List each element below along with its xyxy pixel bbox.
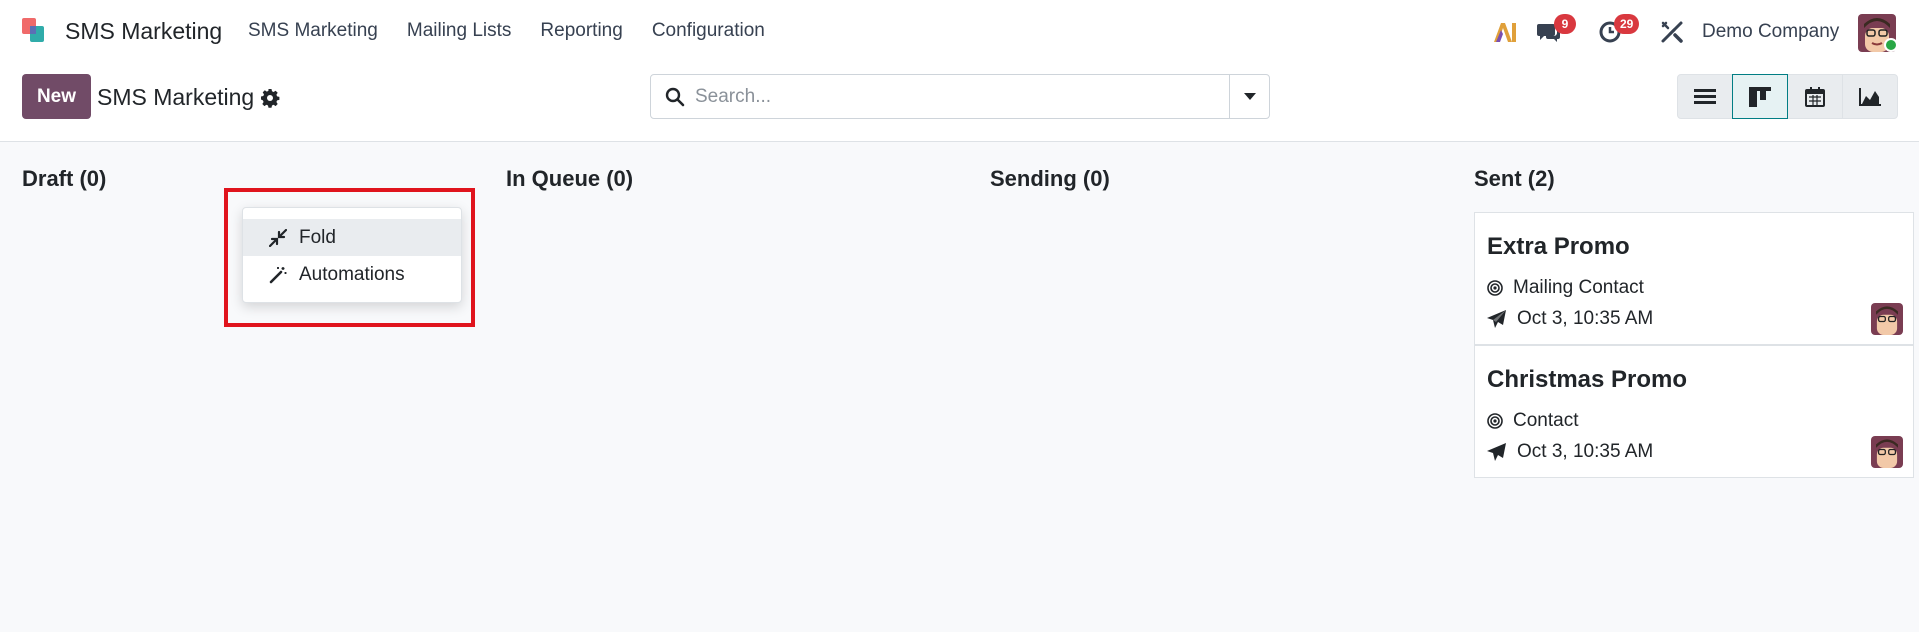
top-navbar: SMS Marketing SMS Marketing Mailing List… — [0, 0, 1919, 64]
list-view-button[interactable] — [1677, 74, 1733, 119]
card-user-avatar[interactable] — [1871, 436, 1903, 468]
menu-configuration[interactable]: Configuration — [652, 20, 765, 42]
menu-sms-marketing[interactable]: SMS Marketing — [248, 20, 378, 42]
column-header-draft[interactable]: Draft (0) — [22, 166, 106, 192]
bullseye-icon — [1487, 413, 1503, 429]
column-header-sent[interactable]: Sent (2) — [1474, 166, 1555, 192]
search-input[interactable] — [695, 85, 1195, 109]
list-icon — [1694, 88, 1716, 104]
card-target: Contact — [1487, 410, 1578, 432]
card-target-label: Contact — [1513, 410, 1579, 431]
company-switcher[interactable]: Demo Company — [1702, 12, 1839, 52]
messages-badge: 9 — [1554, 14, 1576, 34]
page-title: SMS Marketing — [97, 84, 255, 110]
dropdown-item-fold-label: Fold — [299, 226, 336, 248]
app-name[interactable]: SMS Marketing — [65, 18, 222, 45]
kanban-card[interactable]: Christmas Promo Contact Oct 3, 10:35 AM — [1474, 345, 1914, 478]
bullseye-icon — [1487, 280, 1503, 296]
debug-tools-icon[interactable] — [1660, 12, 1684, 52]
calendar-icon — [1805, 86, 1825, 107]
gear-icon[interactable] — [260, 88, 280, 108]
area-chart-icon — [1859, 87, 1881, 106]
activities-badge: 29 — [1614, 14, 1640, 34]
card-sent-date-label: Oct 3, 10:35 AM — [1517, 441, 1654, 462]
new-button[interactable]: New — [22, 74, 91, 119]
menu-reporting[interactable]: Reporting — [540, 20, 622, 42]
card-title: Extra Promo — [1487, 233, 1630, 260]
control-panel: New SMS Marketing — [0, 64, 1919, 142]
card-user-avatar[interactable] — [1871, 303, 1903, 335]
dropdown-item-automations[interactable]: Automations — [243, 256, 461, 293]
card-target-label: Mailing Contact — [1513, 277, 1644, 298]
card-sent-date-label: Oct 3, 10:35 AM — [1517, 308, 1654, 329]
menu-mailing-lists[interactable]: Mailing Lists — [407, 20, 512, 42]
dropdown-item-fold[interactable]: Fold — [243, 219, 461, 256]
graph-view-button[interactable] — [1842, 74, 1898, 119]
magic-wand-icon — [269, 266, 287, 283]
view-switcher — [1677, 74, 1898, 119]
kanban-card[interactable]: Extra Promo Mailing Contact Oct 3, 10:35… — [1474, 212, 1914, 345]
card-title: Christmas Promo — [1487, 366, 1688, 393]
card-sent-date: Oct 3, 10:35 AM — [1487, 308, 1653, 330]
column-options-dropdown: Fold Automations — [242, 207, 462, 303]
search-icon — [665, 87, 685, 107]
kanban-view-button[interactable] — [1732, 74, 1788, 119]
caret-down-icon — [1243, 92, 1256, 100]
column-header-sending[interactable]: Sending (0) — [990, 166, 1110, 192]
calendar-view-button[interactable] — [1787, 74, 1843, 119]
card-sent-date: Oct 3, 10:35 AM — [1487, 441, 1653, 463]
paper-plane-icon — [1487, 310, 1506, 328]
sms-marketing-app-icon[interactable] — [20, 16, 50, 46]
search-bar — [650, 74, 1270, 119]
column-header-in-queue[interactable]: In Queue (0) — [506, 166, 633, 192]
main-menu: SMS Marketing Mailing Lists Reporting Co… — [248, 20, 794, 42]
ai-icon[interactable] — [1492, 12, 1518, 52]
card-target: Mailing Contact — [1487, 277, 1644, 299]
kanban-icon — [1749, 86, 1771, 107]
dropdown-item-automations-label: Automations — [299, 263, 405, 285]
online-status-indicator — [1884, 38, 1898, 52]
search-options-toggle[interactable] — [1229, 75, 1269, 118]
systray: 9 29 Demo Company — [1480, 12, 1919, 52]
compress-icon — [269, 228, 287, 247]
paper-plane-icon — [1487, 443, 1506, 461]
